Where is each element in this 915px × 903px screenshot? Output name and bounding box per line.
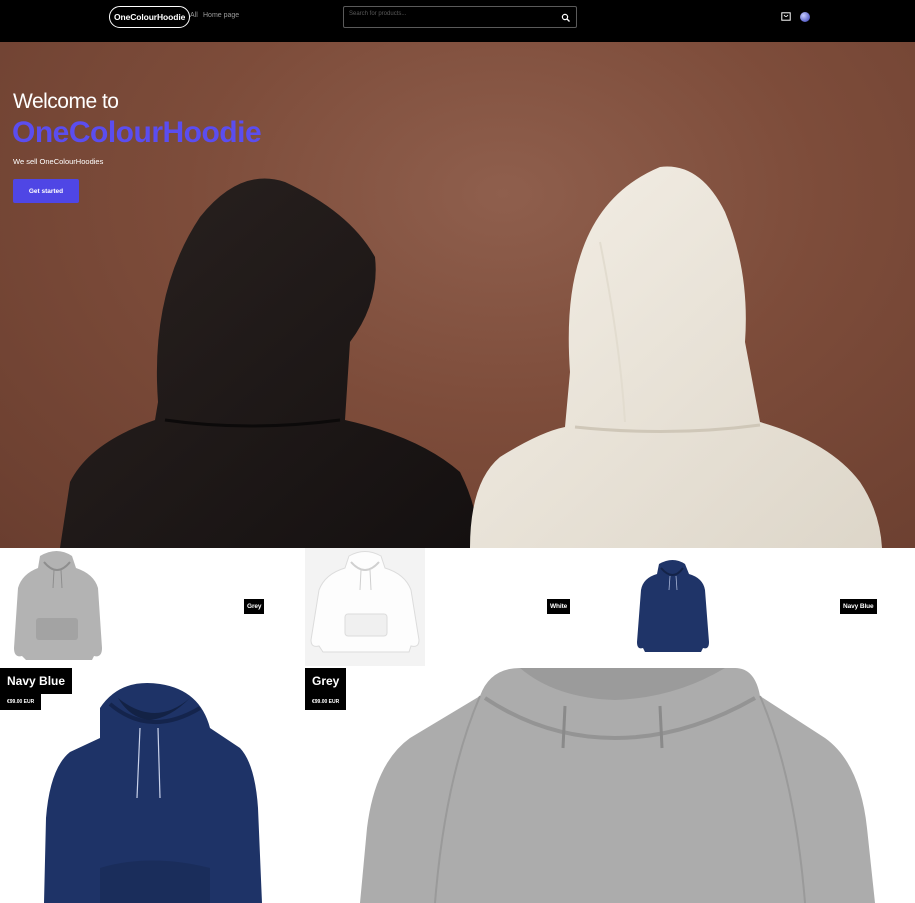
grey-hoodie-thumbnail[interactable] (10, 548, 105, 666)
white-hoodie-thumbnail[interactable] (305, 548, 425, 666)
avatar[interactable] (800, 12, 810, 22)
grey-hoodie-image (360, 668, 875, 903)
product-label-navy[interactable]: Navy Blue (840, 599, 877, 614)
nav-all-link[interactable]: All (190, 12, 198, 19)
top-navbar: OneColourHoodie All Home page Search for… (0, 0, 915, 42)
featured-name-navy: Navy Blue (0, 668, 73, 694)
hero-banner: Welcome to OneColourHoodie We sell OneCo… (0, 42, 915, 548)
search-bar[interactable]: Search for products... (343, 6, 577, 28)
navy-hoodie-image (44, 683, 262, 903)
featured-price-navy: €99.00 EUR (0, 694, 42, 710)
product-label-grey[interactable]: Grey (244, 599, 265, 614)
get-started-button[interactable]: Get started (13, 179, 79, 203)
featured-price-grey: €99.00 EUR (305, 694, 347, 710)
product-strip: Grey White Navy Blue (0, 548, 915, 668)
featured-name-grey: Grey (305, 668, 347, 694)
product-label-white[interactable]: White (547, 599, 571, 614)
navy-hoodie-thumbnail[interactable] (635, 558, 711, 654)
nav-home-link[interactable]: Home page (203, 12, 239, 19)
search-input[interactable]: Search for products... (349, 11, 406, 17)
hero-subtitle: We sell OneColourHoodies (13, 157, 104, 166)
cart-icon[interactable] (781, 12, 791, 21)
featured-card-grey[interactable]: Grey €99.00 EUR (305, 668, 915, 903)
logo[interactable]: OneColourHoodie (109, 6, 191, 28)
featured-card-navy[interactable]: Navy Blue €99.00 EUR (0, 668, 305, 903)
search-icon[interactable] (561, 13, 571, 23)
hero-title: Welcome to (13, 90, 119, 113)
hero-brand-title: OneColourHoodie (12, 116, 262, 149)
